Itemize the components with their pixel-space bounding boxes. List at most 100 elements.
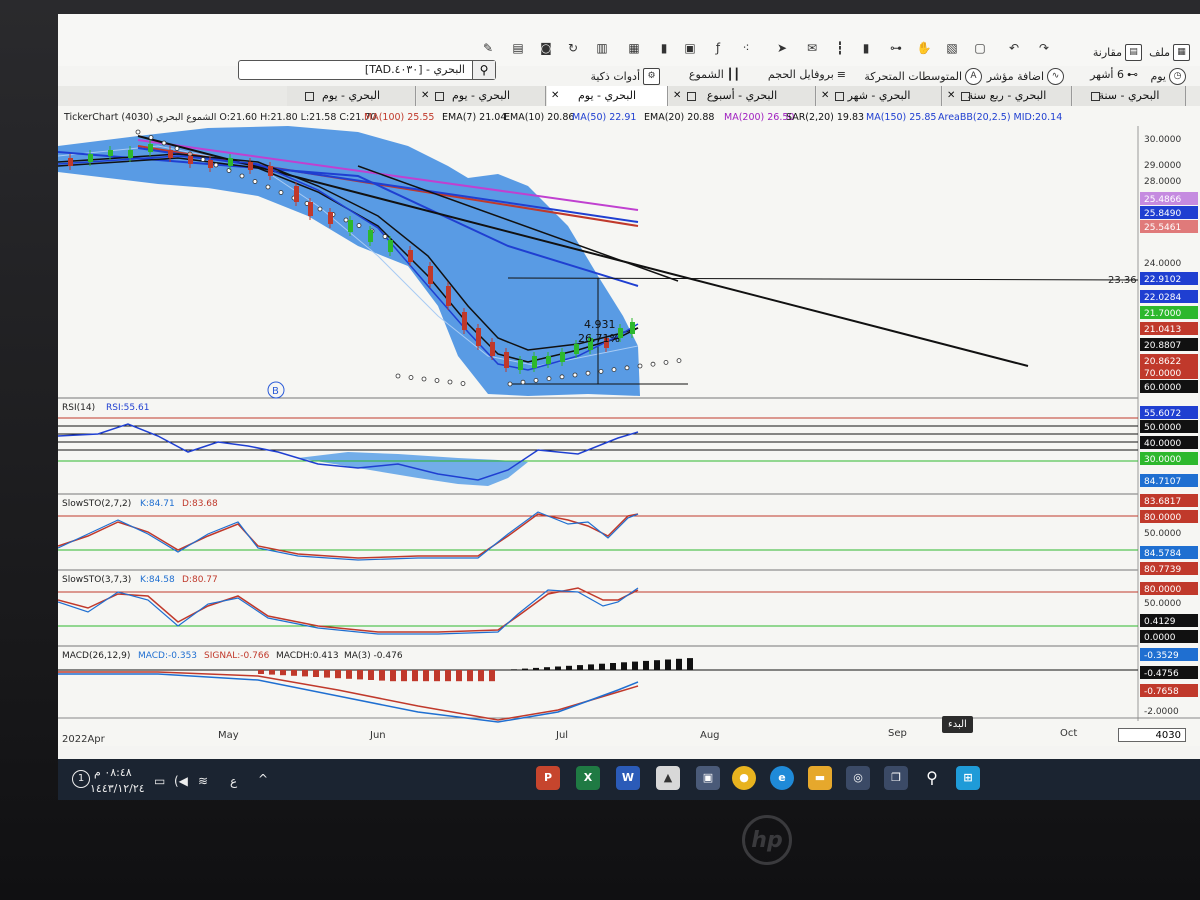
close-icon[interactable]: ✕ [821,86,829,106]
language-indicator[interactable]: ع [230,774,237,788]
camera-icon[interactable]: ◙ [538,40,554,56]
chevron-up-icon[interactable]: ^ [258,772,268,786]
close-icon[interactable]: ✕ [947,86,955,106]
candle [490,342,495,356]
symbol-search[interactable]: [TAD.٤٠٣٠] - البحري ⚲ [238,60,496,80]
sar-dot [252,179,258,184]
candle [560,352,565,362]
file-menu[interactable]: ▦ ملف [1149,44,1190,61]
chrome-icon[interactable]: ● [732,766,756,790]
maximize-icon[interactable] [687,92,696,101]
sto2-title: SlowSTO(3,7,3) [62,575,131,585]
zoom-field[interactable]: 4030 [1118,728,1186,742]
bars-icon[interactable]: ▮ [656,40,672,56]
search-icon[interactable]: ⚲ [472,61,495,79]
candle [248,162,253,170]
candle [148,144,153,152]
close-icon[interactable]: ✕ [551,86,559,106]
add-indicator-button[interactable]: ∿ اضافة مؤشر [987,68,1064,85]
sar-dot [434,378,440,383]
macd-hist-bar [357,670,363,680]
pen-icon[interactable]: ✎ [480,40,496,56]
clock-time[interactable]: ٠٨:٤٨ م [94,766,132,779]
legend-ema7: EMA(7) 21.04 [442,112,506,123]
toolbar: ▦ ملف ▤ مقارنة ✎ ▤ ◙ ↻ ▥ ▦ ▮ ▣ ƒ ⁖ ➤ ✉ ┇… [58,14,1200,85]
wifi-icon[interactable]: ≋ [198,774,208,788]
folder-icon[interactable]: ▬ [808,766,832,790]
sar-dot [546,376,552,382]
task-view-icon[interactable]: ❐ [884,766,908,790]
period-day-button[interactable]: ◷ يوم [1150,68,1186,85]
cursor-icon[interactable]: ➤ [774,40,790,56]
search-taskbar-icon[interactable]: ⚲ [920,766,944,790]
close-icon[interactable]: ✕ [673,86,681,106]
macd-hist-bar [544,667,550,670]
rsi-label-text: 30.0000 [1144,455,1181,465]
candle-active-icon[interactable]: ▮ [858,40,874,56]
volume-profile-button[interactable]: ≡ بروفايل الحجم [768,68,846,81]
hand-icon[interactable]: ✋ [916,40,932,56]
compare-button[interactable]: ▤ مقارنة [1093,44,1142,61]
tab-week[interactable]: البحري - أسبوع ✕ [669,86,816,106]
sar-dot [343,217,349,223]
maximize-icon[interactable] [835,92,844,101]
undo-icon[interactable]: ↶ [1006,40,1022,56]
moving-averages-button[interactable]: A المتوسطات المتحركة [864,68,982,85]
maximize-icon[interactable] [961,92,970,101]
tab-day-3[interactable]: البحري - يوم [287,86,416,106]
clock-date[interactable]: ١٤٤٣/١٢/٢٤ [90,782,145,795]
macd-hist-bar [346,670,352,679]
candle-icon[interactable]: ┇ [832,40,848,56]
link-icon[interactable]: ⊶ [888,40,904,56]
powerpoint-icon[interactable]: P [536,766,560,790]
rsi-label-text: 84.7107 [1144,477,1181,487]
volume-icon[interactable]: ◀) [174,774,188,788]
price-label-text: 25.8490 [1144,209,1181,219]
store-icon[interactable]: ▣ [696,766,720,790]
battery-icon[interactable]: ▭ [154,774,165,788]
legend-ema20: EMA(20) 20.88 [644,112,714,123]
candle [630,322,635,334]
tab-label: البحري - ربع سنة [967,89,1047,102]
tickerchart-app-icon[interactable]: ▲ [656,766,680,790]
redo-icon[interactable]: ↷ [1036,40,1052,56]
doc-icon[interactable]: ▤ [510,40,526,56]
stock-chart[interactable]: 30.0000 29.0000 28.0000 24.0000 25.4866 25.84… [58,106,1200,746]
notification-badge[interactable]: 1 [72,770,90,788]
frame-icon[interactable]: ▢ [972,40,988,56]
chart-icon[interactable]: ▣ [682,40,698,56]
word-icon[interactable]: W [616,766,640,790]
candles-button[interactable]: ┃┃ الشموع [689,68,740,81]
tab-month[interactable]: البحري - شهر ✕ [817,86,942,106]
tab-quarter[interactable]: البحري - ربع سنة ✕ [943,86,1072,106]
sar-dot [395,373,401,379]
sar-dot [559,374,565,380]
mail-icon[interactable]: ✉ [804,40,820,56]
time-label-oct: Oct [1060,728,1077,739]
chat-icon[interactable]: ◎ [846,766,870,790]
dots-icon[interactable]: ⁖ [738,40,754,56]
macd-signal: SIGNAL:-0.766 [204,651,270,661]
close-icon[interactable]: ✕ [421,86,429,106]
period-six-months-button[interactable]: ⊶ 6 أشهر [1090,68,1138,81]
legend-ma200: MA(200) 26.50 [724,112,794,123]
grid-icon[interactable]: ▦ [626,40,642,56]
excel-icon[interactable]: X [576,766,600,790]
formula-icon[interactable]: ƒ [710,40,726,56]
maximize-icon[interactable] [435,92,444,101]
tab-day-2[interactable]: البحري - يوم ✕ [417,86,546,106]
image-icon[interactable]: ▧ [944,40,960,56]
maximize-icon[interactable] [1091,92,1100,101]
sar-dot [507,381,513,387]
maximize-icon[interactable] [305,92,314,101]
macd-hist-bar [401,670,407,682]
start-icon[interactable]: ⊞ [956,766,980,790]
layout-icon[interactable]: ▥ [594,40,610,56]
tab-year[interactable]: البحري - سنة [1073,86,1186,106]
edge-icon[interactable]: e [770,766,794,790]
price-label-text: 22.9102 [1144,275,1181,285]
candle [546,356,551,364]
smart-tools-button[interactable]: ⚙ أدوات ذكية [590,68,660,85]
tab-day-active[interactable]: البحري - يوم ✕ [547,86,668,106]
refresh-icon[interactable]: ↻ [565,40,581,56]
